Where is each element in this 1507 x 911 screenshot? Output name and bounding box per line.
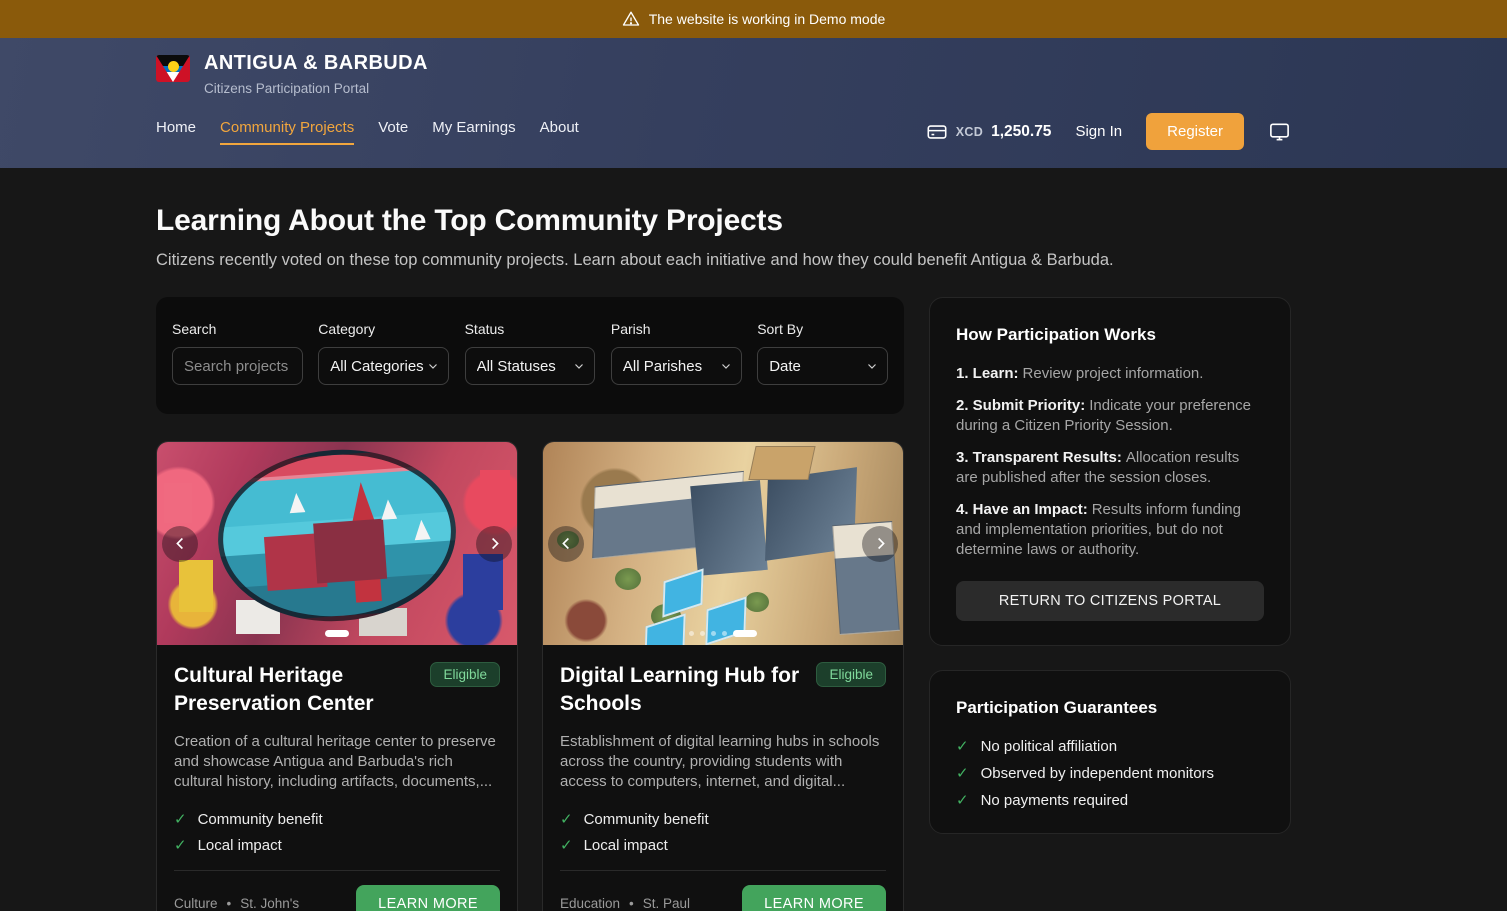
learn-more-button[interactable]: LEARN MORE [742, 885, 886, 911]
project-description: Establishment of digital learning hubs i… [560, 732, 886, 792]
page-subtitle: Citizens recently voted on these top com… [156, 251, 1507, 270]
status-label: Status [465, 321, 596, 337]
carousel-indicators[interactable] [325, 630, 349, 637]
carousel-indicators[interactable] [689, 630, 757, 637]
brand: ANTIGUA & BARBUDA Citizens Participation… [156, 52, 1507, 96]
site-subtitle: Citizens Participation Portal [204, 81, 428, 96]
guarantee-item: Observed by independent monitors [956, 764, 1264, 782]
project-card-digital-learning: Digital Learning Hub for Schools Eligibl… [542, 441, 904, 911]
project-title: Cultural Heritage Preservation Center [174, 662, 419, 718]
wallet-amount: 1,250.75 [991, 123, 1051, 141]
eligible-badge: Eligible [816, 662, 886, 687]
carousel-next-button[interactable] [862, 526, 898, 562]
project-category: Culture [174, 896, 218, 911]
site-title: ANTIGUA & BARBUDA [204, 52, 428, 75]
project-meta: Education St. Paul [560, 896, 690, 911]
project-image [157, 442, 517, 645]
carousel-dot[interactable] [700, 631, 705, 636]
chevron-left-icon [559, 536, 574, 551]
project-parish: St. Paul [643, 896, 690, 911]
bullet-separator [227, 896, 232, 911]
sort-by-select[interactable]: Date [757, 347, 888, 385]
register-button[interactable]: Register [1146, 113, 1244, 150]
participation-step: 4. Have an Impact:Results inform funding… [956, 500, 1264, 560]
guarantee-item: No political affiliation [956, 737, 1264, 755]
warning-icon [622, 10, 640, 28]
guarantee-item: No payments required [956, 791, 1264, 809]
return-to-citizens-portal-button[interactable]: RETURN TO CITIZENS PORTAL [956, 581, 1264, 621]
carousel-prev-button[interactable] [548, 526, 584, 562]
carousel-active-dot[interactable] [733, 630, 757, 637]
nav-item-home[interactable]: Home [156, 119, 196, 145]
nav-bar: Home Community Projects Vote My Earnings… [156, 113, 1507, 150]
check-icon [956, 764, 969, 782]
check-icon [956, 737, 969, 755]
chevron-down-icon [866, 360, 878, 372]
eligible-badge: Eligible [430, 662, 500, 687]
how-participation-works-panel: How Participation Works 1. Learn:Review … [929, 297, 1291, 646]
project-parish: St. John's [240, 896, 299, 911]
category-label: Category [318, 321, 449, 337]
learn-more-button[interactable]: LEARN MORE [356, 885, 500, 911]
credit-card-icon [926, 121, 948, 143]
wallet-currency: XCD [956, 125, 983, 139]
check-icon [174, 810, 187, 828]
check-icon [560, 836, 573, 854]
sign-in-link[interactable]: Sign In [1075, 123, 1122, 140]
check-icon [956, 791, 969, 809]
project-feature: Community benefit [560, 810, 886, 828]
project-card-cultural-heritage: Cultural Heritage Preservation Center El… [156, 441, 518, 911]
carousel-dot[interactable] [711, 631, 716, 636]
participation-step: 3. Transparent Results:Allocation result… [956, 448, 1264, 488]
project-image [543, 442, 903, 645]
project-feature: Local impact [560, 836, 886, 854]
header: ANTIGUA & BARBUDA Citizens Participation… [0, 38, 1507, 168]
project-feature: Local impact [174, 836, 500, 854]
chevron-down-icon [427, 360, 439, 372]
project-meta: Culture St. John's [174, 896, 299, 911]
carousel-active-dot[interactable] [325, 630, 349, 637]
carousel-next-button[interactable] [476, 526, 512, 562]
carousel-dot[interactable] [689, 631, 694, 636]
check-icon [174, 836, 187, 854]
demo-mode-banner: The website is working in Demo mode [0, 0, 1507, 38]
check-icon [560, 810, 573, 828]
nav-item-my-earnings[interactable]: My Earnings [432, 119, 515, 145]
panel-title: How Participation Works [956, 325, 1264, 345]
chevron-right-icon [487, 536, 502, 551]
participation-step: 1. Learn:Review project information. [956, 364, 1264, 384]
status-select[interactable]: All Statuses [465, 347, 596, 385]
search-input[interactable] [172, 347, 303, 385]
sort-by-label: Sort By [757, 321, 888, 337]
carousel-prev-button[interactable] [162, 526, 198, 562]
parish-label: Parish [611, 321, 742, 337]
project-category: Education [560, 896, 620, 911]
nav-item-community-projects[interactable]: Community Projects [220, 119, 354, 145]
main-content: Learning About the Top Community Project… [0, 204, 1507, 911]
monitor-icon[interactable] [1268, 120, 1291, 143]
page-title: Learning About the Top Community Project… [156, 204, 1507, 238]
chevron-down-icon [573, 360, 585, 372]
demo-mode-text: The website is working in Demo mode [649, 11, 886, 27]
chevron-left-icon [173, 536, 188, 551]
chevron-down-icon [720, 360, 732, 372]
category-select[interactable]: All Categories [318, 347, 449, 385]
nav-item-vote[interactable]: Vote [378, 119, 408, 145]
parish-select[interactable]: All Parishes [611, 347, 742, 385]
bullet-separator [629, 896, 634, 911]
nav-item-about[interactable]: About [540, 119, 579, 145]
search-label: Search [172, 321, 303, 337]
panel-title: Participation Guarantees [956, 698, 1264, 718]
participation-step: 2. Submit Priority:Indicate your prefere… [956, 396, 1264, 436]
antigua-barbuda-flag-icon [156, 55, 190, 82]
project-description: Creation of a cultural heritage center t… [174, 732, 500, 792]
participation-guarantees-panel: Participation Guarantees No political af… [929, 670, 1291, 834]
carousel-dot[interactable] [722, 631, 727, 636]
project-title: Digital Learning Hub for Schools [560, 662, 805, 718]
wallet-balance: XCD 1,250.75 [926, 121, 1052, 143]
project-feature: Community benefit [174, 810, 500, 828]
filter-panel: Search Category All Categories Status Al… [156, 297, 904, 414]
chevron-right-icon [873, 536, 888, 551]
